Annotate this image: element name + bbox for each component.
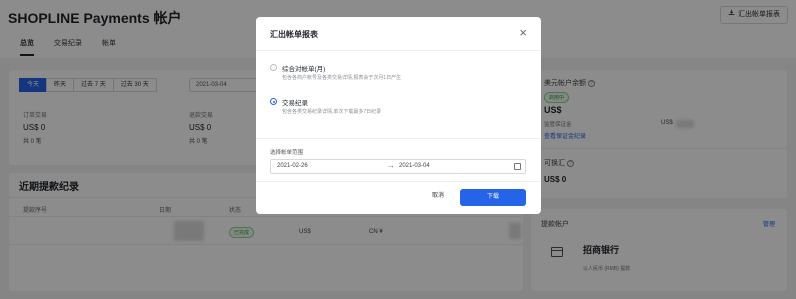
option-transactions-radio[interactable] [270, 98, 277, 105]
option-transactions-label[interactable]: 交易纪录 [282, 97, 308, 107]
date-range-input[interactable]: 2021-02-26 → 2021-03-04 [270, 159, 526, 174]
divider [256, 138, 541, 139]
export-statement-modal: 汇出帐单报表 × 综合对帐单(月) 包含各商户帐号及各类交易详情,报表会于次月1… [256, 17, 541, 214]
calendar-icon[interactable] [514, 163, 521, 170]
modal-title: 汇出帐单报表 [270, 30, 318, 39]
option-transactions-desc: 包含各类交易纪录详情,单次下载最多7日纪录 [282, 109, 382, 115]
option-monthly-desc: 包含各商户帐号及各类交易详情,报表会于次月1日产生 [282, 75, 402, 81]
download-button[interactable]: 下载 [460, 189, 526, 206]
arrow-right-icon: → [387, 161, 395, 170]
range-label: 选择帐单范围 [270, 150, 304, 156]
range-end-date[interactable]: 2021-03-04 [399, 163, 430, 169]
option-monthly-radio[interactable] [270, 64, 277, 71]
close-icon[interactable]: × [519, 26, 527, 39]
cancel-button[interactable]: 取消 [427, 189, 449, 203]
divider [256, 181, 541, 182]
divider [256, 50, 541, 51]
range-start-date[interactable]: 2021-02-26 [277, 163, 308, 169]
option-monthly-label[interactable]: 综合对帐单(月) [282, 63, 325, 73]
